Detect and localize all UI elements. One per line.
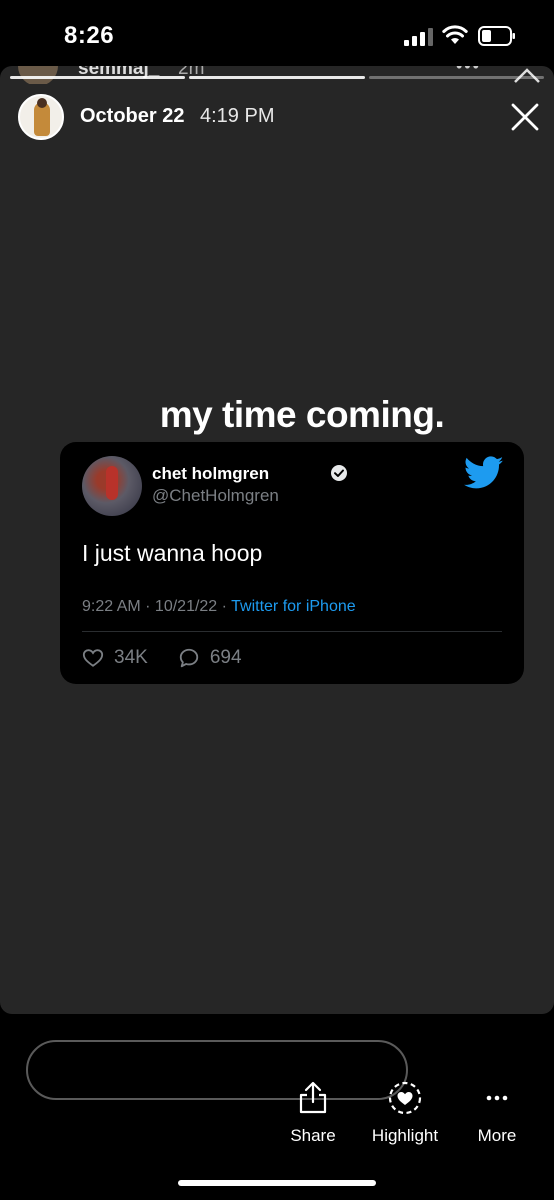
like-count: 34K bbox=[114, 647, 148, 668]
close-icon[interactable] bbox=[508, 100, 542, 134]
reply-bubble-icon[interactable] bbox=[178, 647, 200, 669]
cellular-signal-icon bbox=[404, 28, 433, 46]
tweet-source-link[interactable]: Twitter for iPhone bbox=[231, 598, 356, 615]
highlight-button[interactable]: Highlight bbox=[360, 1080, 450, 1146]
more-label: More bbox=[477, 1126, 517, 1145]
wifi-icon bbox=[442, 25, 468, 44]
tweet-card[interactable]: chet holmgren @ChetHolmgren I just wanna… bbox=[60, 442, 524, 684]
story-actions: Share Highlight More bbox=[0, 1080, 554, 1150]
story-header: October 22 4:19 PM bbox=[0, 94, 554, 142]
heart-icon[interactable] bbox=[82, 647, 104, 669]
previous-story-close-icon bbox=[514, 68, 540, 83]
twitter-bird-icon bbox=[464, 456, 504, 489]
verified-badge-icon bbox=[331, 465, 347, 481]
highlight-label: Highlight bbox=[371, 1126, 439, 1145]
screen: 8:26 semmaj_ 2m ••• October 22 4:19 PM m… bbox=[0, 0, 554, 1200]
tweet-author-name: chet holmgren bbox=[152, 464, 270, 483]
progress-segment bbox=[189, 76, 365, 79]
tweet-avatar-figure bbox=[106, 466, 118, 500]
tweet-stats: 34K 694 bbox=[82, 646, 242, 670]
status-time: 8:26 bbox=[64, 22, 115, 49]
status-bar: 8:26 bbox=[0, 0, 554, 70]
previous-story-header: semmaj_ 2m ••• bbox=[0, 66, 554, 84]
share-label: Share bbox=[290, 1126, 336, 1145]
more-dots-icon bbox=[486, 1095, 508, 1101]
share-icon bbox=[299, 1081, 327, 1114]
highlight-heart-icon bbox=[388, 1081, 422, 1115]
tweet-timestamp: 9:22 AM · 10/21/22 · bbox=[82, 598, 232, 615]
reply-count: 694 bbox=[209, 647, 242, 668]
battery-icon bbox=[478, 26, 515, 46]
story-caption: my time coming. bbox=[159, 394, 445, 435]
story-date: October 22 bbox=[80, 105, 185, 127]
previous-story-avatar bbox=[18, 66, 58, 84]
share-button[interactable]: Share bbox=[268, 1080, 358, 1146]
progress-segment bbox=[368, 76, 544, 79]
tweet-author-handle: @ChetHolmgren bbox=[152, 486, 279, 505]
more-button[interactable]: More bbox=[452, 1080, 542, 1146]
story-avatar[interactable] bbox=[18, 94, 64, 140]
story-progress-bar bbox=[10, 76, 544, 79]
story-time: 4:19 PM bbox=[200, 105, 275, 127]
tweet-divider bbox=[82, 631, 502, 632]
tweet-text: I just wanna hoop bbox=[82, 540, 263, 566]
home-indicator[interactable] bbox=[178, 1180, 376, 1186]
avatar-head bbox=[37, 98, 47, 108]
tweet-meta: 9:22 AM · 10/21/22 · Twitter for iPhone bbox=[82, 598, 356, 616]
story-viewer[interactable]: semmaj_ 2m ••• October 22 4:19 PM my tim… bbox=[0, 66, 554, 1014]
tweet-avatar bbox=[82, 456, 142, 516]
progress-segment bbox=[10, 76, 186, 79]
